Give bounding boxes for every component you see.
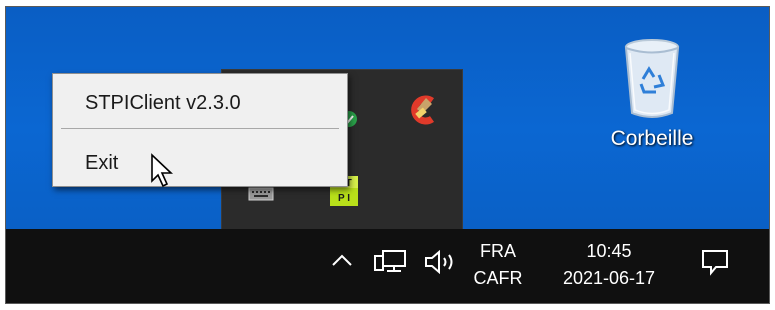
language-code: FRA <box>480 241 516 261</box>
tray-context-menu: STPIClient v2.3.0 Exit <box>52 73 348 187</box>
ccleaner-icon[interactable] <box>408 94 440 131</box>
input-language-indicator[interactable]: FRA CAFR <box>468 239 528 293</box>
recycle-bin-shortcut[interactable]: Corbeille <box>602 37 702 177</box>
clock-date: 2021-06-17 <box>562 268 656 288</box>
mouse-pointer-icon <box>150 153 176 194</box>
volume-icon[interactable] <box>424 249 458 279</box>
menu-item-stpiclient-version[interactable]: STPIClient v2.3.0 <box>53 92 379 115</box>
keyboard-icon[interactable] <box>248 186 274 207</box>
svg-text:P I: P I <box>338 193 350 204</box>
clock-time: 10:45 <box>586 241 632 261</box>
network-icon[interactable] <box>373 249 407 280</box>
action-center-icon[interactable] <box>700 247 730 282</box>
menu-item-exit[interactable]: Exit <box>53 152 379 175</box>
show-hidden-icons-chevron-icon[interactable] <box>331 253 353 272</box>
recycle-bin-icon <box>624 39 680 118</box>
screen-frame: Corbeille T P I FRA CAFR 10:45 2021-06-1… <box>5 6 770 304</box>
recycle-bin-label: Corbeille <box>610 127 694 150</box>
clock[interactable]: 10:45 2021-06-17 <box>544 239 674 293</box>
keyboard-layout-code: CAFR <box>473 268 523 288</box>
taskbar: FRA CAFR 10:45 2021-06-17 <box>6 229 769 303</box>
menu-separator <box>61 128 339 129</box>
